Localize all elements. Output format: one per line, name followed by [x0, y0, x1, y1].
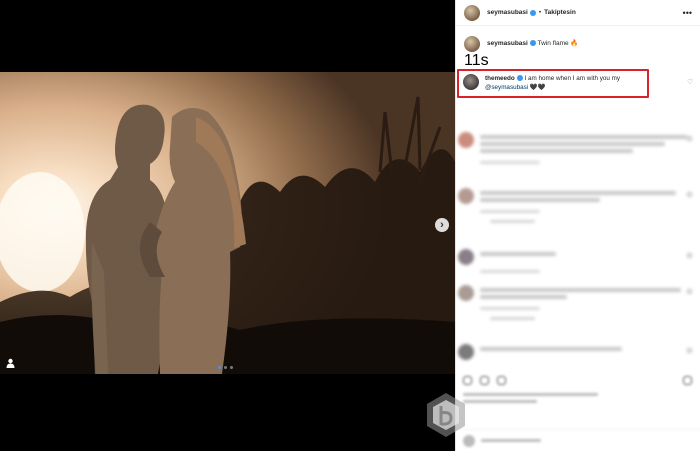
- save-icon[interactable]: [683, 376, 692, 385]
- likes-line: [463, 393, 598, 396]
- comment-text: I am home when I am with you my: [524, 75, 621, 82]
- user-tag-icon[interactable]: [6, 358, 15, 368]
- instagram-post-view: › seymasubasi • Takiptesin ••• seymasuba…: [0, 0, 700, 451]
- chevron-right-icon: ›: [440, 219, 444, 231]
- caption-time: 11s: [464, 52, 489, 69]
- comment-username[interactable]: themeedo: [485, 75, 515, 82]
- verified-badge-icon: [529, 9, 536, 16]
- timestamp-line: [463, 400, 537, 403]
- verified-badge-icon: [529, 40, 536, 47]
- caption-text: Twin flame 🔥: [537, 40, 579, 47]
- like-icon[interactable]: [463, 376, 472, 385]
- avatar[interactable]: [464, 36, 480, 52]
- avatar[interactable]: [463, 74, 479, 90]
- carousel-dot: [218, 366, 221, 369]
- carousel-dot: [230, 366, 233, 369]
- couple-silhouette-image: [0, 72, 455, 374]
- highlighted-comment: themeedo I am home when I am with you my…: [463, 74, 643, 92]
- comment-input[interactable]: [481, 439, 541, 442]
- comment-emoji: 🖤🖤: [529, 84, 546, 91]
- caption-username[interactable]: seymasubasi: [487, 40, 528, 47]
- add-comment-field[interactable]: [455, 429, 700, 451]
- more-options-icon[interactable]: •••: [683, 8, 692, 18]
- verified-badge-icon: [516, 75, 523, 82]
- post-header: seymasubasi • Takiptesin •••: [456, 0, 700, 26]
- author-username[interactable]: seymasubasi: [487, 9, 528, 16]
- media-pane: ›: [0, 0, 455, 451]
- share-icon[interactable]: [497, 376, 506, 385]
- caption-body: seymasubasi Twin flame 🔥: [487, 36, 579, 52]
- carousel-indicator: [218, 366, 233, 369]
- blurred-comment: [458, 285, 698, 320]
- comment-mention[interactable]: @seymasubasi: [485, 84, 528, 91]
- post-photo[interactable]: [0, 72, 455, 374]
- blurred-comment: [458, 344, 698, 360]
- header-separator: •: [538, 9, 542, 16]
- logo-watermark-icon: [427, 393, 465, 437]
- blurred-comment: [458, 132, 698, 164]
- comment-icon[interactable]: [480, 376, 489, 385]
- heart-icon[interactable]: ♡: [687, 78, 693, 86]
- action-bar: [455, 372, 700, 451]
- next-slide-button[interactable]: ›: [435, 218, 449, 232]
- post-caption: seymasubasi Twin flame 🔥: [456, 26, 700, 52]
- follow-status-button[interactable]: Takiptesin: [544, 9, 576, 16]
- blurred-comment: [458, 249, 698, 273]
- avatar[interactable]: [464, 4, 480, 21]
- blurred-comment: [458, 188, 698, 223]
- carousel-dot: [224, 366, 227, 369]
- comment-body: themeedo I am home when I am with you my…: [485, 74, 620, 92]
